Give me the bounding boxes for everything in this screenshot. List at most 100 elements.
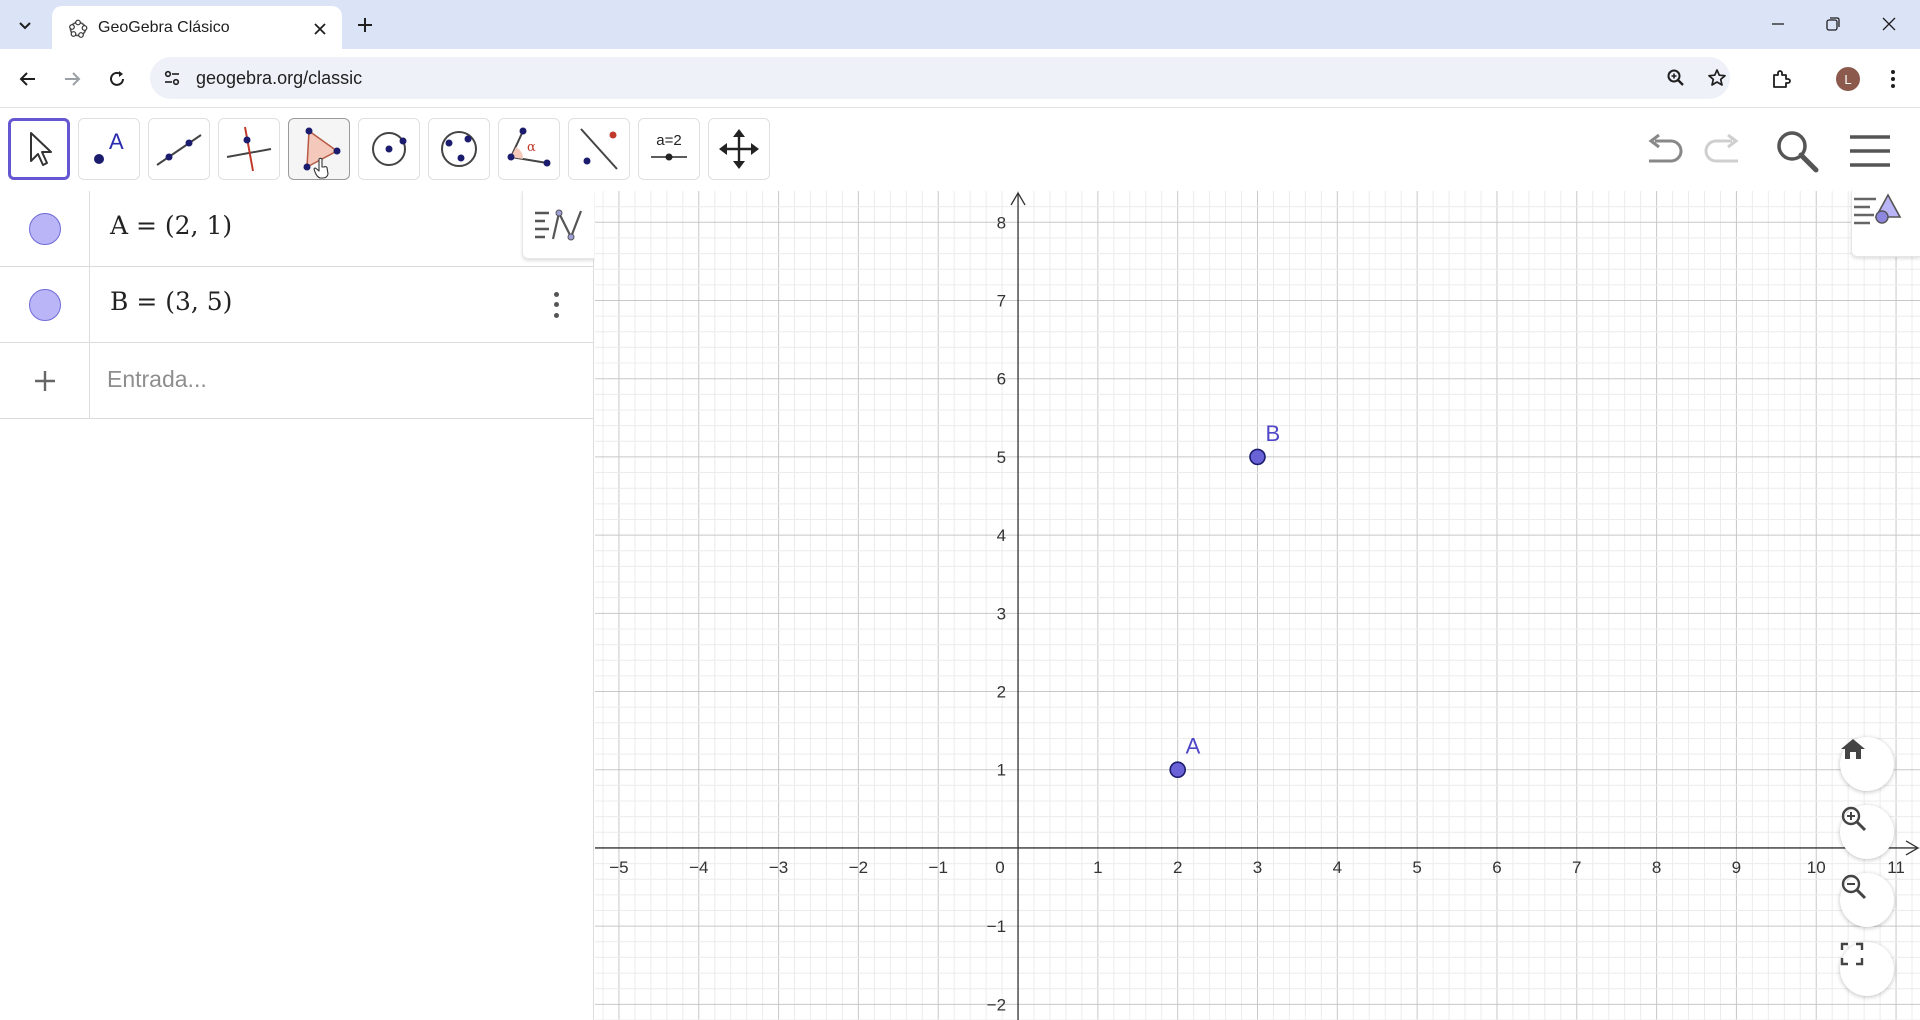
tab-close-button[interactable] xyxy=(308,17,332,41)
algebra-item-label: A = (2, 1) xyxy=(110,211,233,240)
svg-text:A: A xyxy=(109,129,124,154)
marble-icon xyxy=(28,288,61,321)
y-tick-label: 8 xyxy=(997,213,1006,232)
minimize-button[interactable] xyxy=(1756,8,1800,40)
point-icon: A xyxy=(94,129,124,164)
graphics-style-icon xyxy=(1854,193,1902,225)
slider-tool[interactable]: a=2 xyxy=(638,118,700,180)
browser-toolbar: geogebra.org/classic L xyxy=(0,49,1920,108)
y-tick-label: 3 xyxy=(997,604,1006,623)
x-tick-label: −4 xyxy=(689,858,708,877)
fullscreen-button[interactable] xyxy=(1840,942,1894,996)
tab-search-button[interactable] xyxy=(10,10,40,40)
algebra-input-row[interactable]: Entrada... xyxy=(0,343,594,419)
back-button[interactable] xyxy=(12,63,44,95)
visibility-toggle-A[interactable] xyxy=(0,191,90,266)
x-tick-label: 6 xyxy=(1492,858,1501,877)
browser-menu-button[interactable] xyxy=(1877,63,1909,95)
url-text: geogebra.org/classic xyxy=(196,68,363,88)
close-window-button[interactable] xyxy=(1867,8,1911,40)
x-tick-label: 0 xyxy=(995,858,1004,877)
browser-tab[interactable]: GeoGebra Clásico xyxy=(52,6,342,49)
add-item-button[interactable] xyxy=(0,343,90,418)
x-tick-label: −5 xyxy=(609,858,628,877)
y-tick-label: −1 xyxy=(987,917,1006,936)
graphics-view[interactable]: −5 −4 −3 −2 −1 0 1 2 3 4 5 6 7 8 9 10 11 −2 −1 1 2 3 4 5 6 7 8 A B xyxy=(595,191,1920,1020)
x-tick-label: 5 xyxy=(1412,858,1421,877)
perpendicular-line-tool[interactable] xyxy=(218,118,280,180)
x-tick-label: 8 xyxy=(1652,858,1661,877)
visibility-toggle-B[interactable] xyxy=(0,267,90,342)
line-tool[interactable] xyxy=(148,118,210,180)
move-view-icon xyxy=(719,129,759,169)
zoom-out-button[interactable] xyxy=(1840,873,1894,927)
bookmark-button[interactable] xyxy=(1705,66,1729,90)
y-tick-label: 4 xyxy=(997,526,1006,545)
zoom-out-icon xyxy=(1841,874,1867,900)
minimize-icon xyxy=(1772,23,1784,25)
circle-three-points-tool[interactable] xyxy=(428,118,490,180)
point-tool[interactable]: A xyxy=(78,118,140,180)
undo-button[interactable] xyxy=(1640,126,1690,176)
graphics-style-bar-button[interactable] xyxy=(1851,191,1920,257)
reload-button[interactable] xyxy=(101,63,133,95)
angle-tool[interactable]: α xyxy=(498,118,560,180)
polygon-tool[interactable] xyxy=(288,118,350,180)
new-tab-button[interactable] xyxy=(350,10,380,40)
coordinate-plane[interactable]: −5 −4 −3 −2 −1 0 1 2 3 4 5 6 7 8 9 10 11 −2 −1 1 2 3 4 5 6 7 8 A B xyxy=(595,191,1920,1020)
reflect-line-tool[interactable] xyxy=(568,118,630,180)
circle-with-center-icon xyxy=(372,132,407,166)
hand-cursor-icon xyxy=(313,157,329,179)
zoom-indicator-button[interactable] xyxy=(1664,66,1688,90)
reload-icon xyxy=(110,71,124,86)
circle-center-point-tool[interactable] xyxy=(358,118,420,180)
algebra-style-icon xyxy=(534,209,582,240)
forward-button[interactable] xyxy=(56,63,88,95)
point-label-B: B xyxy=(1266,421,1281,446)
move-graphics-view-tool[interactable] xyxy=(708,118,770,180)
chevron-down-icon xyxy=(19,22,31,30)
geogebra-toolbar: A α a=2 xyxy=(0,109,1920,191)
svg-text:α: α xyxy=(527,140,536,155)
redo-button[interactable] xyxy=(1697,126,1747,176)
y-tick-label: 2 xyxy=(997,683,1006,702)
x-tick-label: 4 xyxy=(1333,858,1342,877)
marble-icon xyxy=(28,212,61,245)
profile-button[interactable]: L xyxy=(1832,63,1864,95)
algebra-input[interactable]: Entrada... xyxy=(107,366,207,393)
arrow-left-icon xyxy=(19,72,35,86)
algebra-item-menu-button[interactable] xyxy=(548,289,564,321)
x-tick-label: 2 xyxy=(1173,858,1182,877)
undo-icon xyxy=(1648,133,1683,163)
avatar: L xyxy=(1836,67,1860,91)
arrow-cursor-icon xyxy=(30,132,52,166)
x-tick-label: 9 xyxy=(1732,858,1741,877)
more-vertical-icon xyxy=(1891,70,1895,88)
zoom-in-button[interactable] xyxy=(1840,805,1894,859)
slider-tool-label: a=2 xyxy=(656,132,681,149)
move-tool[interactable] xyxy=(8,118,70,180)
standard-view-button[interactable] xyxy=(1840,737,1894,791)
x-tick-label: −1 xyxy=(929,858,948,877)
algebra-style-bar-button[interactable] xyxy=(522,191,594,259)
search-button[interactable] xyxy=(1772,126,1822,176)
address-bar[interactable]: geogebra.org/classic xyxy=(150,57,1730,99)
y-tick-label: 5 xyxy=(997,448,1006,467)
hamburger-menu-icon xyxy=(1850,135,1890,167)
algebra-item-B[interactable]: B = (3, 5) xyxy=(0,267,594,343)
x-tick-label: 1 xyxy=(1093,858,1102,877)
home-icon xyxy=(1841,739,1865,759)
line-through-two-points-icon xyxy=(156,134,202,166)
extensions-button[interactable] xyxy=(1765,63,1797,95)
fullscreen-icon xyxy=(1840,942,1864,966)
star-icon xyxy=(1708,69,1726,86)
x-tick-label: −2 xyxy=(849,858,868,877)
circle-three-points-icon xyxy=(441,131,477,167)
plus-icon xyxy=(358,18,372,32)
algebra-item-A[interactable]: A = (2, 1) xyxy=(0,191,594,267)
point-label-A: A xyxy=(1186,734,1201,759)
site-info-button[interactable] xyxy=(160,66,184,90)
y-tick-label: 1 xyxy=(997,761,1006,780)
main-menu-button[interactable] xyxy=(1845,126,1895,176)
restore-button[interactable] xyxy=(1811,8,1855,40)
